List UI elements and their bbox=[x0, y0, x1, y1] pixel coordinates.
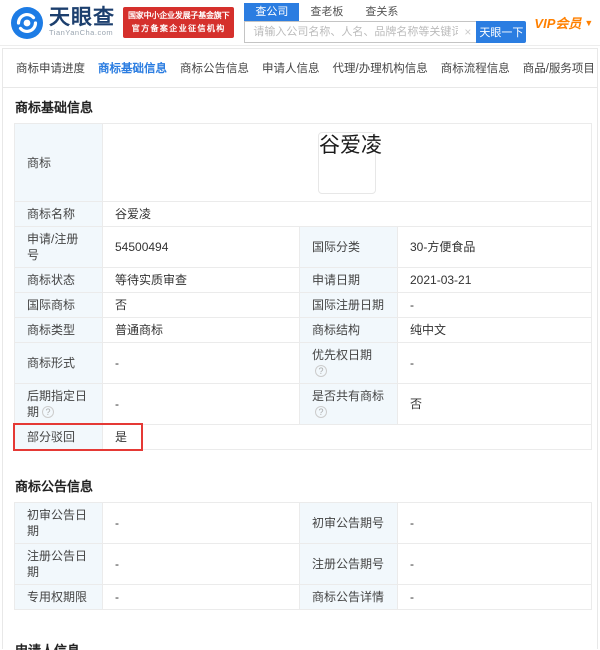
table-row: 专用权期限 - 商标公告详情 - bbox=[14, 584, 592, 610]
tab-trademark-announcement[interactable]: 商标公告信息 bbox=[180, 60, 249, 76]
field-value: - bbox=[397, 342, 592, 384]
field-value: - bbox=[102, 543, 300, 585]
field-label: 申请/注册号 bbox=[14, 226, 103, 268]
search-tab-relation[interactable]: 查关系 bbox=[354, 3, 409, 21]
tianyancha-logo[interactable]: 天眼查 TianYanCha.com bbox=[10, 6, 115, 40]
clear-icon[interactable]: × bbox=[464, 25, 471, 39]
section-title-announcement: 商标公告信息 bbox=[15, 479, 94, 494]
field-value: - bbox=[102, 383, 300, 425]
field-label: 部分驳回 bbox=[13, 423, 143, 451]
tab-trademark-flow[interactable]: 商标流程信息 bbox=[441, 60, 510, 76]
field-label: 注册公告日期 bbox=[14, 543, 103, 585]
field-value: 否 bbox=[397, 383, 592, 425]
field-label: 初审公告期号 bbox=[299, 502, 398, 544]
table-row-partial-rejection: 部分驳回 是 bbox=[13, 423, 592, 451]
field-value: - bbox=[102, 342, 300, 384]
help-icon[interactable]: ? bbox=[315, 406, 327, 418]
search-area: 查公司 查老板 查关系 × 天眼一下 bbox=[244, 2, 527, 43]
announcement-info-table: 初审公告日期 - 初审公告期号 - 注册公告日期 - 注册公告期号 - 专用权期… bbox=[14, 502, 592, 610]
field-label: 商标状态 bbox=[14, 267, 103, 293]
field-value: - bbox=[397, 292, 592, 318]
field-label: 商标公告详情 bbox=[299, 584, 398, 610]
field-value: 30-方便食品 bbox=[397, 226, 592, 268]
field-value: 否 bbox=[102, 292, 300, 318]
content-container: 商标申请进度 商标基础信息 商标公告信息 申请人信息 代理/办理机构信息 商标流… bbox=[2, 48, 598, 650]
table-row: 商标类型 普通商标 商标结构 纯中文 bbox=[14, 317, 592, 343]
table-row: 注册公告日期 - 注册公告期号 - bbox=[14, 543, 592, 585]
field-value: - bbox=[102, 502, 300, 544]
tab-applicant-info[interactable]: 申请人信息 bbox=[262, 60, 320, 76]
field-value: - bbox=[397, 502, 592, 544]
field-value: 普通商标 bbox=[102, 317, 300, 343]
site-header: 天眼查 TianYanCha.com 国家中小企业发展子基金旗下 官方备案企业征… bbox=[0, 0, 600, 46]
field-label: 商标名称 bbox=[14, 201, 103, 227]
field-label: 申请日期 bbox=[299, 267, 398, 293]
field-label: 商标形式 bbox=[14, 342, 103, 384]
badge-line1: 国家中小企业发展子基金旗下 bbox=[128, 11, 230, 21]
field-value: - bbox=[397, 543, 592, 585]
trademark-image: 谷爱凌 bbox=[318, 131, 382, 194]
tab-trademark-progress[interactable]: 商标申请进度 bbox=[16, 60, 85, 76]
field-value: 等待实质审查 bbox=[102, 267, 300, 293]
field-label: 后期指定日期? bbox=[14, 383, 103, 425]
table-row: 商标形式 - 优先权日期? - bbox=[14, 342, 592, 384]
tab-trademark-basic-info[interactable]: 商标基础信息 bbox=[98, 60, 167, 76]
field-label: 商标类型 bbox=[14, 317, 103, 343]
field-value: 54500494 bbox=[102, 226, 300, 268]
search-tab-company[interactable]: 查公司 bbox=[244, 2, 300, 21]
field-label: 优先权日期? bbox=[299, 342, 398, 384]
brand-domain: TianYanCha.com bbox=[49, 28, 114, 37]
search-input[interactable] bbox=[244, 20, 477, 43]
table-row: 商标 谷爱凌 bbox=[14, 123, 592, 202]
help-icon[interactable]: ? bbox=[42, 406, 55, 418]
field-label: 注册公告期号 bbox=[299, 543, 398, 585]
field-value: - bbox=[397, 584, 592, 610]
vip-member-link[interactable]: VIP会员 bbox=[534, 13, 581, 32]
field-value: 2021-03-21 bbox=[397, 267, 592, 293]
field-value: 谷爱凌 bbox=[102, 201, 592, 227]
table-row: 国际商标 否 国际注册日期 - bbox=[14, 292, 592, 318]
field-label: 是否共有商标? bbox=[299, 383, 398, 425]
search-tab-boss[interactable]: 查老板 bbox=[299, 3, 354, 21]
field-label: 国际注册日期 bbox=[299, 292, 398, 318]
eye-logo-icon bbox=[10, 6, 44, 40]
table-row: 初审公告日期 - 初审公告期号 - bbox=[14, 502, 592, 544]
section-title-applicant: 申请人信息 bbox=[15, 640, 597, 650]
table-row: 商标状态 等待实质审查 申请日期 2021-03-21 bbox=[14, 267, 592, 293]
field-value: - bbox=[102, 584, 300, 610]
field-value: 是 bbox=[102, 424, 592, 450]
field-label: 国际分类 bbox=[299, 226, 398, 268]
section-title-basic: 商标基础信息 bbox=[15, 100, 94, 115]
brand-name: 天眼查 bbox=[49, 6, 115, 29]
trademark-image-cell: 谷爱凌 bbox=[102, 123, 592, 202]
tab-goods-services[interactable]: 商品/服务项目 bbox=[523, 60, 595, 76]
field-label: 国际商标 bbox=[14, 292, 103, 318]
official-badge: 国家中小企业发展子基金旗下 官方备案企业征信机构 bbox=[123, 7, 235, 38]
search-button[interactable]: 天眼一下 bbox=[476, 20, 527, 43]
basic-info-table: 商标 谷爱凌 商标名称 谷爱凌 申请/注册号 54500494 国际分类 30-… bbox=[13, 123, 592, 451]
field-label: 初审公告日期 bbox=[14, 502, 103, 544]
field-value: 纯中文 bbox=[397, 317, 592, 343]
field-label: 商标 bbox=[14, 123, 103, 202]
chevron-down-icon[interactable]: ▼ bbox=[584, 18, 593, 28]
field-label: 专用权期限 bbox=[14, 584, 103, 610]
table-row: 商标名称 谷爱凌 bbox=[14, 201, 592, 227]
help-icon[interactable]: ? bbox=[315, 365, 327, 377]
tab-agency-info[interactable]: 代理/办理机构信息 bbox=[333, 60, 428, 76]
table-row: 后期指定日期? - 是否共有商标? 否 bbox=[14, 383, 592, 425]
table-row: 申请/注册号 54500494 国际分类 30-方便食品 bbox=[14, 226, 592, 268]
field-label: 商标结构 bbox=[299, 317, 398, 343]
detail-tabs: 商标申请进度 商标基础信息 商标公告信息 申请人信息 代理/办理机构信息 商标流… bbox=[3, 49, 597, 88]
badge-line2: 官方备案企业征信机构 bbox=[131, 23, 226, 33]
